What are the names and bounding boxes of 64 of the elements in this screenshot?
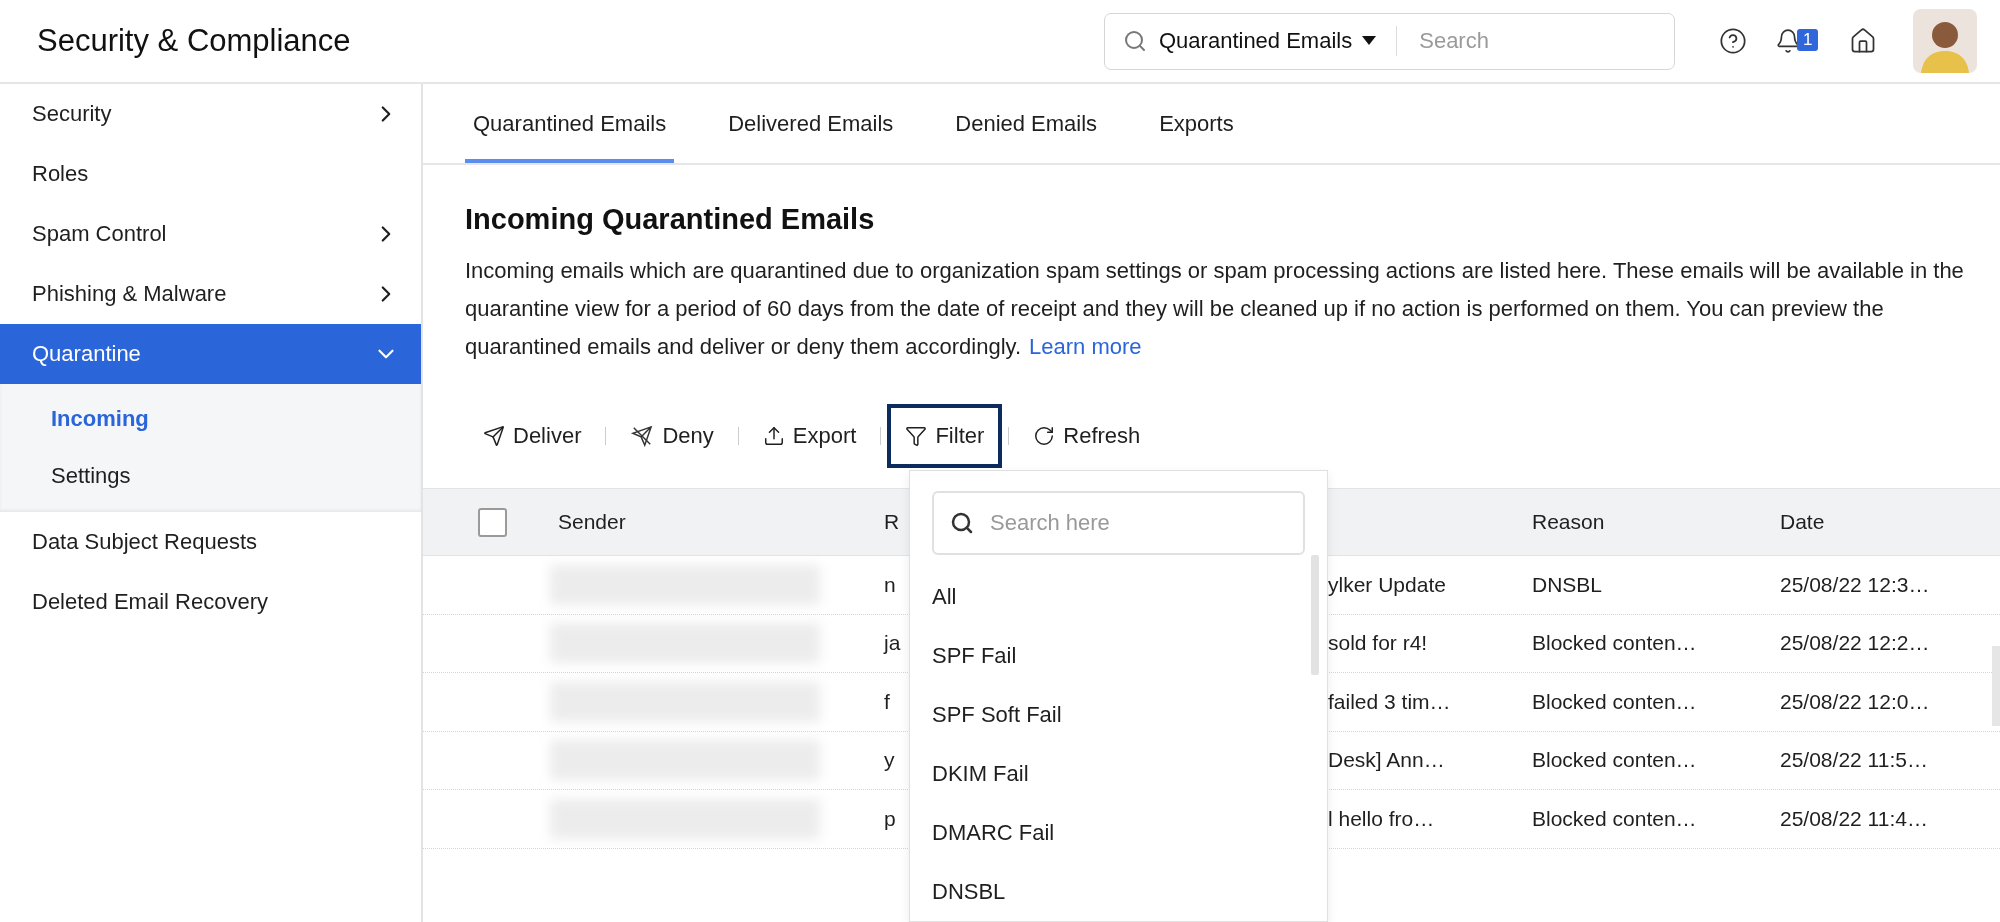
table-cell: Blocked conten… xyxy=(1532,631,1697,656)
filter-button[interactable]: Filter xyxy=(887,404,1003,468)
table-cell: f xyxy=(884,689,890,714)
table-cell: 25/08/22 11:4… xyxy=(1780,806,1928,831)
table-cell: sold for r4! xyxy=(1328,631,1428,656)
sidebar-subitem[interactable]: Settings xyxy=(0,447,421,504)
caret-icon xyxy=(1362,36,1377,46)
filter-option[interactable]: All xyxy=(910,567,1305,626)
tab[interactable]: Denied Emails xyxy=(947,84,1106,163)
description-text: Incoming emails which are quarantined due to organization spam settings or spam processing actions are listed here. These emails will be available in the quarantine view for a period of 60 days from the date of receipt and they will be cleaned up if no action is performed on them. You can preview the quarantined emails and deliver or deny them accordingly. Learn more xyxy=(465,257,1964,361)
scrollbar[interactable] xyxy=(1992,646,2000,726)
table-cell: ylker Update xyxy=(1328,572,1446,597)
table-cell: 25/08/22 12:0… xyxy=(1780,689,1930,714)
search-icon xyxy=(950,511,974,535)
filter-option[interactable]: SPF Fail xyxy=(910,626,1305,685)
app-title: Security & Compliance xyxy=(37,23,351,59)
search-icon xyxy=(1123,29,1147,53)
table-cell: p xyxy=(884,806,896,831)
sidebar-subitem[interactable]: Incoming xyxy=(0,390,421,447)
home-button[interactable] xyxy=(1849,27,1877,55)
table-cell: Blocked conten… xyxy=(1532,748,1697,773)
table-cell: l hello fro… xyxy=(1328,806,1435,831)
page-heading: Incoming Quarantined Emails xyxy=(465,203,876,236)
tab[interactable]: Quarantined Emails xyxy=(465,84,675,163)
table-cell: 25/08/22 12:3… xyxy=(1780,572,1930,597)
sidebar-item[interactable]: Quarantine xyxy=(0,324,421,384)
deny-button[interactable]: Deny xyxy=(612,404,732,468)
notifications-button[interactable]: 1 xyxy=(1775,21,1825,61)
crossed-paper-plane-icon xyxy=(630,425,655,447)
scrollbar[interactable] xyxy=(1311,555,1319,675)
export-icon xyxy=(762,425,785,447)
table-cell: Blocked conten… xyxy=(1532,806,1697,831)
global-search-box[interactable]: Quarantined Emails Search xyxy=(1104,12,1675,70)
paper-plane-icon xyxy=(483,425,505,447)
filter-option[interactable]: SPF Soft Fail xyxy=(910,685,1305,744)
column-header[interactable]: Sender xyxy=(558,510,884,534)
tab[interactable]: Delivered Emails xyxy=(720,84,902,163)
table-cell: n xyxy=(884,572,896,597)
help-button[interactable] xyxy=(1719,27,1747,55)
table-cell: Blocked conten… xyxy=(1532,689,1697,714)
table-cell: y xyxy=(884,748,895,773)
deliver-button[interactable]: Deliver xyxy=(465,404,600,468)
filter-search-box[interactable]: Search here xyxy=(932,491,1305,555)
refresh-button[interactable]: Refresh xyxy=(1015,404,1159,468)
learn-more-link[interactable]: Learn more xyxy=(1029,334,1142,359)
notification-count: 1 xyxy=(1797,29,1819,51)
filter-icon xyxy=(905,425,928,447)
avatar[interactable] xyxy=(1913,9,1977,73)
tab[interactable]: Exports xyxy=(1151,84,1242,163)
search-scope-dropdown[interactable]: Quarantined Emails xyxy=(1159,28,1377,54)
table-cell: ja xyxy=(884,631,901,656)
table-cell: 25/08/22 12:2… xyxy=(1780,631,1930,656)
export-button[interactable]: Export xyxy=(744,404,875,468)
column-header[interactable]: Reason xyxy=(1532,510,1780,534)
filter-option[interactable]: DMARC Fail xyxy=(910,803,1305,862)
refresh-icon xyxy=(1033,425,1056,447)
table-cell: Desk] Ann… xyxy=(1328,748,1445,773)
select-all-checkbox[interactable] xyxy=(478,507,507,537)
filter-option[interactable]: DNSBL xyxy=(910,862,1305,921)
filter-option[interactable]: DKIM Fail xyxy=(910,744,1305,803)
table-cell: failed 3 tim… xyxy=(1328,689,1451,714)
table-cell: DNSBL xyxy=(1532,572,1603,597)
table-cell: 25/08/22 11:5… xyxy=(1780,748,1928,773)
column-header[interactable]: Date xyxy=(1780,510,2000,534)
